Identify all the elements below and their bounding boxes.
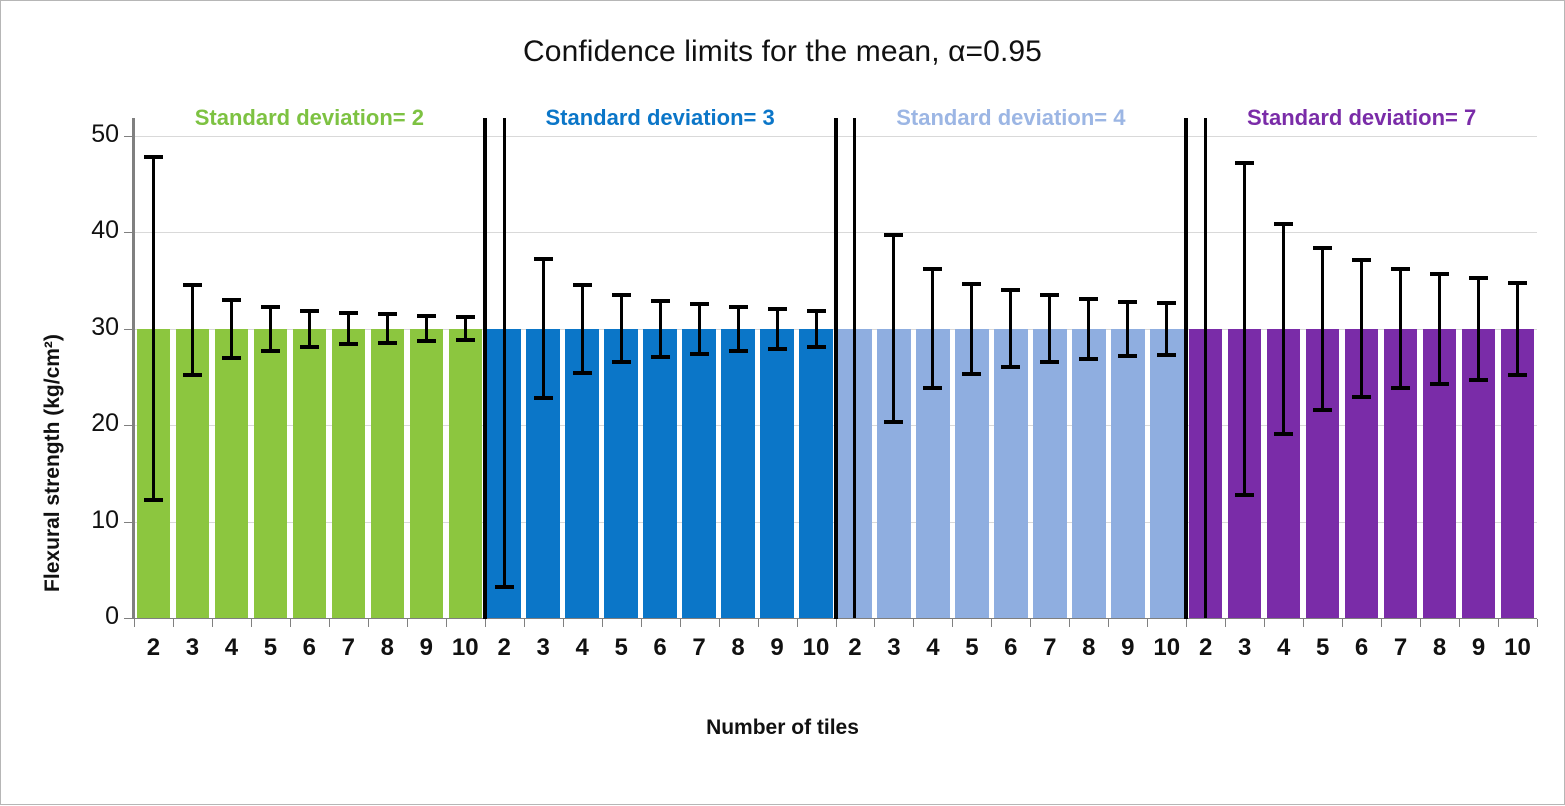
x-axis-tick	[797, 619, 798, 627]
x-axis-tick	[913, 619, 914, 627]
chart-frame: Confidence limits for the mean, α=0.95 F…	[0, 0, 1565, 805]
x-axis-tick	[329, 619, 330, 627]
y-axis-tick-label: 40	[91, 216, 119, 245]
y-axis-tick	[124, 618, 134, 619]
x-axis-tick-label: 7	[1043, 634, 1057, 661]
y-axis-tick	[124, 232, 134, 234]
x-axis-tick-label: 10	[451, 634, 479, 661]
x-axis-tick	[641, 619, 642, 627]
x-axis-tick	[212, 619, 213, 627]
x-axis-tick-label: 7	[692, 634, 706, 661]
x-axis-tick-label: 6	[1004, 634, 1018, 661]
x-axis-tick	[563, 619, 564, 627]
x-axis-tick	[874, 619, 875, 627]
x-axis-title: Number of tiles	[706, 716, 859, 739]
x-axis-tick	[1459, 619, 1460, 627]
y-axis-tick	[124, 521, 134, 523]
x-axis-tick-labels: 2 3 4 5 6 7 8 9 10 2 3 4 5 6 7 8 9 10 2 3 4 5 6 7 8 9 10 2 3 4 5 6 7 8 9 10	[134, 634, 1537, 668]
x-axis-ticks	[134, 1, 1538, 806]
x-axis-tick-label: 9	[770, 634, 784, 661]
x-axis-tick	[446, 619, 447, 627]
x-axis-tick	[1537, 619, 1538, 627]
x-axis-tick-label: 5	[263, 634, 278, 661]
y-axis-tick	[124, 136, 134, 137]
x-axis-tick-label: 10	[1504, 634, 1531, 661]
x-axis-tick	[719, 619, 720, 627]
x-axis-tick	[1147, 619, 1148, 627]
x-axis-tick	[1381, 619, 1382, 627]
x-axis-tick	[758, 619, 759, 627]
x-axis-tick	[173, 619, 174, 627]
x-axis-tick-label: 3	[887, 634, 901, 661]
x-axis-tick	[836, 619, 837, 627]
x-axis-tick-label: 9	[419, 634, 433, 661]
x-axis-tick	[1264, 619, 1265, 627]
x-axis-tick	[991, 619, 992, 627]
x-axis-tick-label: 4	[1276, 634, 1291, 661]
x-axis-tick-label: 4	[224, 634, 239, 661]
x-axis-tick-label: 10	[802, 634, 830, 661]
x-axis-tick-label: 6	[302, 634, 317, 661]
y-axis-tick-label: 10	[91, 505, 119, 534]
x-axis-tick	[407, 619, 408, 627]
x-axis-tick	[251, 619, 252, 627]
x-axis-tick	[524, 619, 525, 627]
x-axis-tick	[1225, 619, 1226, 627]
x-axis-tick-label: 5	[965, 634, 979, 661]
x-axis-tick-label: 3	[185, 634, 200, 661]
x-axis-tick-label: 7	[341, 634, 356, 661]
x-axis-tick-label: 4	[926, 634, 940, 661]
x-axis-tick-label: 10	[1153, 634, 1181, 661]
x-axis-tick	[1186, 619, 1187, 627]
y-axis-tick-label: 50	[91, 120, 119, 148]
y-axis-tick-labels: 0 10 20 30 40 50	[41, 1, 119, 806]
x-axis-tick-label: 8	[380, 634, 394, 661]
x-axis-tick-label: 2	[146, 634, 161, 661]
x-axis-tick-label: 2	[497, 634, 511, 661]
x-axis-tick	[952, 619, 953, 627]
y-axis-tick-label: 20	[91, 409, 119, 438]
x-axis-tick	[1108, 619, 1109, 627]
x-axis-tick-label: 3	[1238, 634, 1252, 661]
x-axis-tick	[602, 619, 603, 627]
x-axis-tick-label: 2	[848, 634, 862, 661]
x-axis-tick	[485, 619, 486, 627]
x-axis-tick-label: 8	[731, 634, 745, 661]
x-axis-tick	[1069, 619, 1070, 627]
y-axis-tick	[124, 425, 134, 427]
x-axis-tick	[1030, 619, 1031, 627]
x-axis-tick	[680, 619, 681, 627]
y-axis-tick	[124, 328, 134, 330]
x-axis-tick	[290, 619, 291, 627]
x-axis-tick	[1342, 619, 1343, 627]
x-axis-tick-label: 5	[1315, 634, 1330, 661]
x-axis-tick	[1498, 619, 1499, 627]
x-axis-tick	[1303, 619, 1304, 627]
x-axis-tick-label: 6	[653, 634, 667, 661]
x-axis-tick-label: 7	[1393, 634, 1408, 661]
x-axis-tick-label: 3	[536, 634, 550, 661]
x-axis-tick-label: 8	[1432, 634, 1447, 661]
y-axis-tick-label: 30	[91, 312, 119, 341]
x-axis-tick	[134, 619, 135, 627]
x-axis-tick-label: 5	[614, 634, 628, 661]
x-axis-tick-label: 9	[1121, 634, 1135, 661]
x-axis-tick	[1420, 619, 1421, 627]
x-axis-tick-label: 4	[575, 634, 589, 661]
x-axis-tick-label: 6	[1354, 634, 1369, 661]
x-axis-tick-label: 9	[1471, 634, 1486, 661]
x-axis-tick	[368, 619, 369, 627]
x-axis-tick-label: 8	[1082, 634, 1096, 661]
y-axis-tick-label: 0	[105, 602, 119, 630]
x-axis-tick-label: 2	[1199, 634, 1213, 661]
